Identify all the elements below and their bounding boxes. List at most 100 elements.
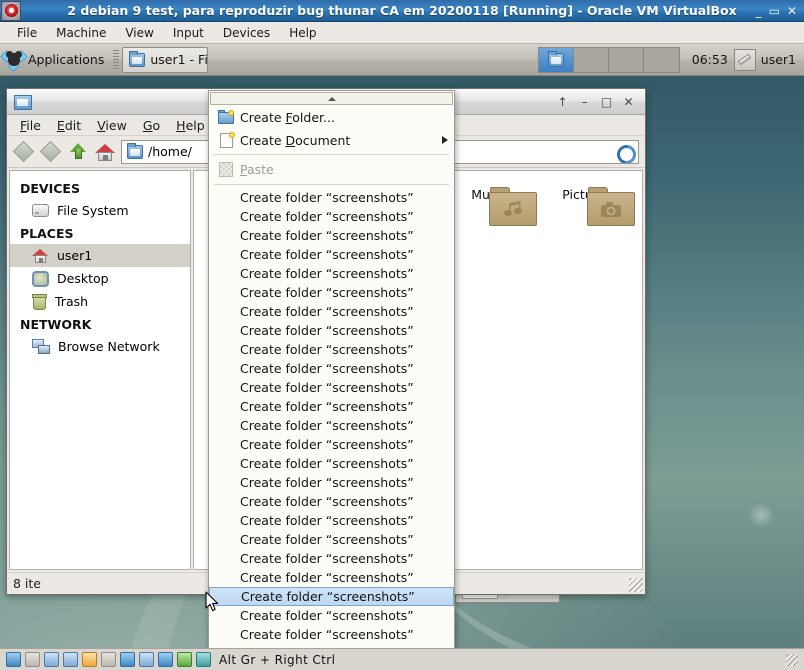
virtualbox-menubar: File Machine View Input Devices Help: [0, 22, 804, 44]
resize-grip[interactable]: [629, 578, 643, 592]
close-button[interactable]: ✕: [787, 5, 797, 17]
menu-devices[interactable]: Devices: [214, 24, 279, 42]
menu-item-label: Create folder “screenshots”: [240, 209, 414, 225]
sidebar-item-file-system[interactable]: File System: [10, 199, 190, 222]
menu-separator: [214, 154, 449, 156]
menu-item-create-folder-screenshots[interactable]: Create folder “screenshots”: [209, 568, 454, 587]
back-arrow-icon[interactable]: [12, 140, 36, 163]
menu-item-label: Create folder “screenshots”: [240, 494, 414, 510]
menu-item-create-folder-screenshots[interactable]: Create folder “screenshots”: [209, 587, 454, 607]
menu-machine[interactable]: Machine: [47, 24, 115, 42]
minimize-button[interactable]: –: [578, 95, 591, 108]
menu-item-create-folder[interactable]: Create Folder...: [209, 106, 454, 129]
sidebar-item-browse-network[interactable]: Browse Network: [10, 335, 190, 358]
minimize-button[interactable]: _: [756, 5, 762, 17]
menu-item-create-folder-screenshots[interactable]: Create folder “screenshots”: [209, 283, 454, 302]
optical-disk-icon[interactable]: [25, 652, 40, 667]
menu-help[interactable]: Help: [280, 24, 325, 42]
virtualbox-logo-icon: [1, 0, 21, 21]
menu-item-label: Create folder “screenshots”: [240, 304, 414, 320]
menu-item-create-folder-screenshots[interactable]: Create folder “screenshots”: [209, 226, 454, 245]
reload-icon[interactable]: [615, 143, 633, 161]
menu-item-create-folder-screenshots[interactable]: Create folder “screenshots”: [209, 340, 454, 359]
sidebar-item-trash[interactable]: Trash: [10, 290, 190, 313]
menu-item-create-folder-screenshots[interactable]: Create folder “screenshots”: [209, 207, 454, 226]
thunar-menu-help[interactable]: Help: [169, 117, 212, 134]
hard-disk-icon[interactable]: [6, 652, 21, 667]
menu-view[interactable]: View: [116, 24, 162, 42]
close-button[interactable]: ✕: [622, 95, 635, 108]
floppy-icon[interactable]: [44, 652, 59, 667]
sidebar-item-label: user1: [57, 248, 93, 263]
sidebar-group-network-header: NETWORK: [20, 317, 92, 332]
workspace-switcher[interactable]: [537, 46, 680, 73]
menu-item-create-folder-screenshots[interactable]: Create folder “screenshots”: [209, 473, 454, 492]
screensaver-icon[interactable]: [733, 48, 756, 71]
panel-username[interactable]: user1: [761, 52, 804, 67]
thunar-menu-file[interactable]: File: [13, 117, 48, 134]
menu-item-create-folder-screenshots[interactable]: Create folder “screenshots”: [209, 397, 454, 416]
menu-item-create-folder-screenshots[interactable]: Create folder “screenshots”: [209, 435, 454, 454]
desktop-icon: [32, 270, 49, 287]
usb-icon[interactable]: [82, 652, 97, 667]
menu-item-create-document[interactable]: Create Document: [209, 129, 454, 152]
menu-item-label: Create folder “screenshots”: [240, 513, 414, 529]
menu-input[interactable]: Input: [164, 24, 213, 42]
thunar-menu-edit-label: dit: [64, 117, 82, 133]
menu-item-create-folder-screenshots[interactable]: Create folder “screenshots”: [209, 511, 454, 530]
applications-menu-button[interactable]: Applications: [0, 46, 110, 74]
network-icon[interactable]: [63, 652, 78, 667]
virtualization-icon[interactable]: [158, 652, 173, 667]
thunar-menu-go[interactable]: Go: [136, 117, 167, 134]
workspace-2[interactable]: [573, 47, 609, 72]
xfce-mouse-icon: [0, 49, 28, 72]
new-document-icon: [217, 131, 235, 148]
display-icon[interactable]: [120, 652, 135, 667]
menu-item-create-folder-screenshots[interactable]: Create folder “screenshots”: [209, 454, 454, 473]
menu-item-label: Paste: [240, 162, 274, 178]
menu-item-create-folder-screenshots[interactable]: Create folder “screenshots”: [209, 644, 454, 648]
menu-item-create-folder-screenshots[interactable]: Create folder “screenshots”: [209, 606, 454, 625]
recording-icon[interactable]: [139, 652, 154, 667]
resize-grip[interactable]: [786, 653, 798, 666]
maximize-button[interactable]: □: [600, 95, 613, 108]
menu-item-create-folder-screenshots[interactable]: Create folder “screenshots”: [209, 416, 454, 435]
mouse-integration-icon[interactable]: [177, 652, 192, 667]
menu-item-create-folder-screenshots[interactable]: Create folder “screenshots”: [209, 625, 454, 644]
menu-item-create-folder-screenshots[interactable]: Create folder “screenshots”: [209, 492, 454, 511]
scroll-up-arrow-icon[interactable]: [210, 92, 453, 105]
menu-item-label: Create folder “screenshots”: [241, 589, 415, 605]
menu-item-create-folder-screenshots[interactable]: Create folder “screenshots”: [209, 549, 454, 568]
panel-clock[interactable]: 06:53: [686, 52, 734, 67]
taskbar-button-thunar[interactable]: user1 - Fi: [122, 46, 209, 73]
menu-item-create-folder-screenshots[interactable]: Create folder “screenshots”: [209, 245, 454, 264]
workspace-1[interactable]: [538, 47, 574, 72]
menu-item-create-folder-screenshots[interactable]: Create folder “screenshots”: [209, 302, 454, 321]
restore-button[interactable]: ▭: [769, 5, 780, 17]
up-arrow-icon[interactable]: [67, 141, 90, 163]
panel-handle[interactable]: [113, 49, 120, 70]
menu-item-create-folder-screenshots[interactable]: Create folder “screenshots”: [209, 321, 454, 340]
thunar-menu-view[interactable]: View: [90, 117, 134, 134]
menu-file[interactable]: File: [8, 24, 46, 42]
workspace-3[interactable]: [608, 47, 644, 72]
keyboard-icon[interactable]: [196, 652, 211, 667]
menu-item-create-folder-screenshots[interactable]: Create folder “screenshots”: [209, 378, 454, 397]
forward-arrow-icon[interactable]: [39, 140, 63, 163]
menu-item-create-folder-screenshots[interactable]: Create folder “screenshots”: [209, 359, 454, 378]
context-menu: Create Folder... Create Document Paste C…: [208, 90, 455, 648]
shade-button[interactable]: ↑: [556, 95, 569, 108]
menu-item-create-folder-screenshots[interactable]: Create folder “screenshots”: [209, 530, 454, 549]
workspace-4[interactable]: [643, 47, 679, 72]
menu-item-create-folder-screenshots[interactable]: Create folder “screenshots”: [209, 188, 454, 207]
new-folder-icon: [217, 110, 235, 125]
shared-folders-icon[interactable]: [101, 652, 116, 667]
menu-item-create-folder-screenshots[interactable]: Create folder “screenshots”: [209, 264, 454, 283]
sidebar-item-user1[interactable]: user1: [10, 244, 190, 267]
home-icon[interactable]: [94, 141, 117, 163]
sidebar-item-desktop[interactable]: Desktop: [10, 267, 190, 290]
folder-icon: [127, 142, 143, 159]
file-item-pictures[interactable]: Pictures: [543, 181, 635, 226]
thunar-menu-edit[interactable]: Edit: [50, 117, 88, 134]
file-item-music[interactable]: Music: [445, 181, 537, 226]
